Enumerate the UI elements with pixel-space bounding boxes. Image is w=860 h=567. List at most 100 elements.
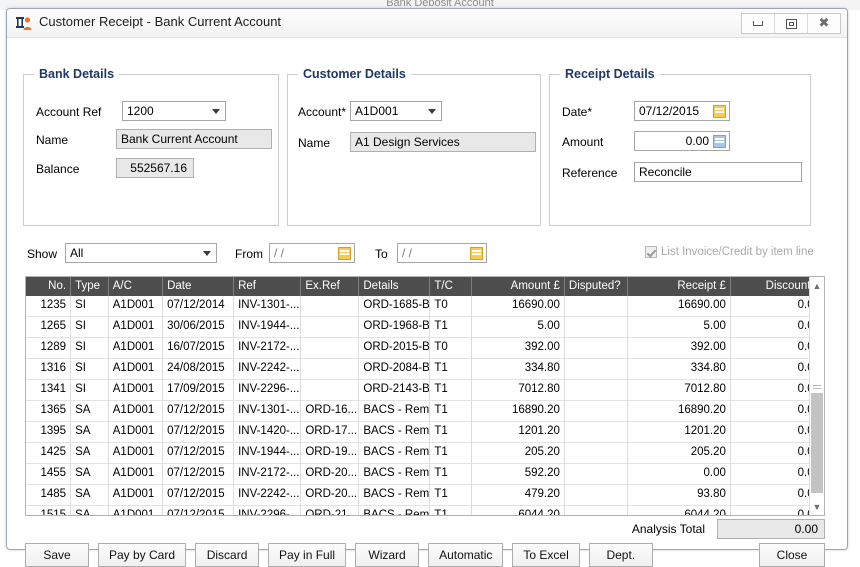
cell-ac[interactable]: A1D001 [109,359,164,379]
cell-ref[interactable]: INV-2172-... [234,338,302,358]
column-header-tc[interactable]: T/C [430,277,472,296]
column-header-disputed[interactable]: Disputed? [565,277,629,296]
cell-receipt[interactable]: 5.00 [628,317,731,337]
cell-ref[interactable]: INV-1301-... [234,296,302,316]
close-button[interactable]: ✖ [808,14,840,33]
cell-receipt[interactable]: 392.00 [628,338,731,358]
cell-ac[interactable]: A1D001 [109,338,164,358]
cell-disputed[interactable] [565,401,629,421]
cell-exref[interactable]: ORD-20... [301,485,360,505]
cell-disputed[interactable] [565,296,629,316]
cell-ref[interactable]: INV-1944-... [234,443,302,463]
cell-type[interactable]: SI [71,380,109,400]
minimize-button[interactable] [742,14,775,33]
cell-date[interactable]: 07/12/2015 [163,506,235,515]
cell-details[interactable]: BACS - Remi... [359,485,431,505]
cell-ac[interactable]: A1D001 [109,401,164,421]
pay-in-full-button[interactable]: Pay in Full [268,543,347,567]
cell-amount[interactable]: 334.80 [472,359,565,379]
cell-ref[interactable]: INV-1944-... [234,317,302,337]
cell-tc[interactable]: T1 [430,380,472,400]
cell-type[interactable]: SA [71,485,109,505]
cell-details[interactable]: BACS - Remi... [359,464,431,484]
cell-no[interactable]: 1455 [26,464,72,484]
table-row[interactable]: 1316 SI A1D001 24/08/2015 INV-2242-... ORD-20… [26,359,824,380]
cell-disputed[interactable] [565,317,629,337]
cell-receipt[interactable]: 7012.80 [628,380,731,400]
automatic-button[interactable]: Automatic [428,543,504,567]
cell-details[interactable]: BACS - Remi... [359,422,431,442]
cell-no[interactable]: 1425 [26,443,72,463]
cell-amount[interactable]: 392.00 [472,338,565,358]
cell-ac[interactable]: A1D001 [109,296,164,316]
column-header-exref[interactable]: Ex.Ref [301,277,360,296]
discard-button[interactable]: Discard [195,543,260,567]
to-excel-button[interactable]: To Excel [512,543,580,567]
pay-by-card-button[interactable]: Pay by Card [98,543,187,567]
table-row[interactable]: 1341 SI A1D001 17/09/2015 INV-2296-... ORD-21… [26,380,824,401]
cell-disputed[interactable] [565,485,629,505]
cell-tc[interactable]: T1 [430,443,472,463]
cell-amount[interactable]: 1201.20 [472,422,565,442]
cell-type[interactable]: SA [71,443,109,463]
table-row[interactable]: 1485 SA A1D001 07/12/2015 INV-2242-... ORD-20… [26,485,824,506]
scroll-up-icon[interactable]: ▲ [810,277,824,294]
cell-type[interactable]: SI [71,296,109,316]
cell-disputed[interactable] [565,380,629,400]
table-row[interactable]: 1455 SA A1D001 07/12/2015 INV-2172-... ORD-20… [26,464,824,485]
maximize-button[interactable] [775,14,808,33]
cell-type[interactable]: SA [71,506,109,515]
cell-receipt[interactable]: 205.20 [628,443,731,463]
cell-details[interactable]: ORD-1685-BT [359,296,431,316]
cell-tc[interactable]: T0 [430,296,472,316]
cell-tc[interactable]: T1 [430,359,472,379]
wizard-button[interactable]: Wizard [355,543,420,567]
cell-no[interactable]: 1485 [26,485,72,505]
cell-receipt[interactable]: 16890.20 [628,401,731,421]
cell-type[interactable]: SA [71,464,109,484]
table-row[interactable]: 1365 SA A1D001 07/12/2015 INV-1301-... ORD-16… [26,401,824,422]
grid-vertical-scrollbar[interactable]: ▲ ▼ [809,277,824,515]
cell-disputed[interactable] [565,464,629,484]
calendar-icon[interactable] [470,247,483,260]
transactions-grid[interactable]: No. Type A/C Date Ref Ex.Ref Details T/C… [25,276,825,516]
cell-no[interactable]: 1265 [26,317,72,337]
cell-disputed[interactable] [565,359,629,379]
cell-type[interactable]: SI [71,359,109,379]
cell-amount[interactable]: 7012.80 [472,380,565,400]
cell-type[interactable]: SA [71,422,109,442]
cell-exref[interactable] [301,317,360,337]
cell-exref[interactable]: ORD-16... [301,401,360,421]
cell-exref[interactable]: ORD-20... [301,464,360,484]
dept-button[interactable]: Dept. [588,543,653,567]
cell-no[interactable]: 1365 [26,401,72,421]
cell-ref[interactable]: INV-1420-... [234,422,302,442]
cell-exref[interactable] [301,359,360,379]
cell-details[interactable]: ORD-2084-BT [359,359,431,379]
save-button[interactable]: Save [25,543,89,567]
cell-tc[interactable]: T1 [430,506,472,515]
cell-exref[interactable]: ORD-21... [301,506,360,515]
account-ref-combo[interactable]: 1200 [122,101,226,121]
cell-date[interactable]: 16/07/2015 [163,338,235,358]
cell-date[interactable]: 17/09/2015 [163,380,235,400]
cell-no[interactable]: 1316 [26,359,72,379]
cell-type[interactable]: SI [71,338,109,358]
scroll-down-icon[interactable]: ▼ [810,498,824,515]
cell-ref[interactable]: INV-1301-... [234,401,302,421]
cell-date[interactable]: 30/06/2015 [163,317,235,337]
cell-details[interactable]: ORD-2015-BT [359,338,431,358]
cell-date[interactable]: 24/08/2015 [163,359,235,379]
cell-date[interactable]: 07/12/2015 [163,422,235,442]
cell-tc[interactable]: T1 [430,317,472,337]
table-row[interactable]: 1395 SA A1D001 07/12/2015 INV-1420-... ORD-17… [26,422,824,443]
cell-date[interactable]: 07/12/2015 [163,464,235,484]
cell-receipt[interactable]: 16690.00 [628,296,731,316]
calendar-icon[interactable] [713,105,726,118]
cell-no[interactable]: 1289 [26,338,72,358]
cell-tc[interactable]: T0 [430,338,472,358]
cell-ref[interactable]: INV-2242-... [234,359,302,379]
show-combo[interactable]: All [65,243,217,263]
cell-date[interactable]: 07/12/2015 [163,443,235,463]
cell-amount[interactable]: 16890.20 [472,401,565,421]
